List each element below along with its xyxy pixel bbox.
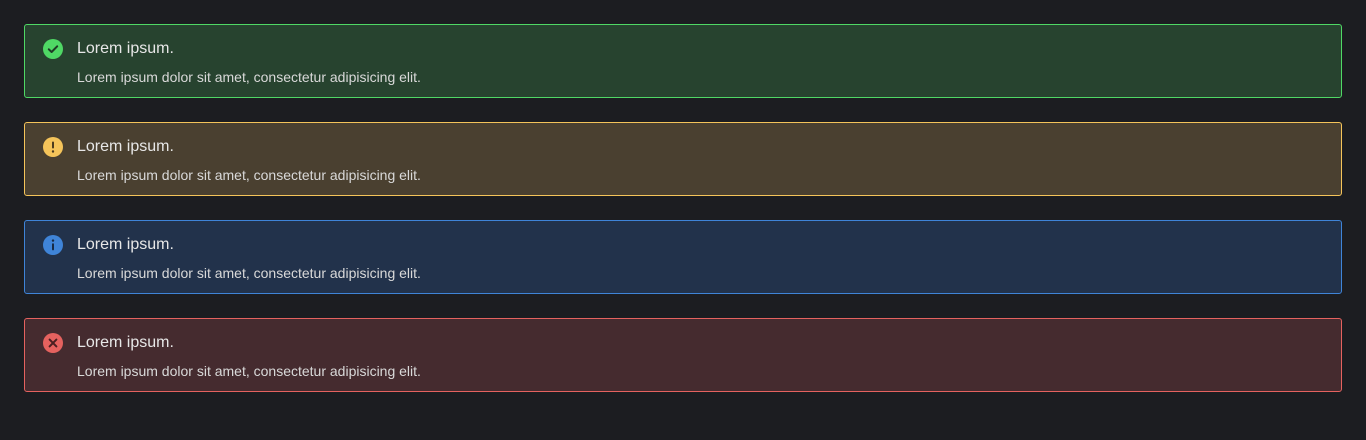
alert-title: Lorem ipsum. (77, 40, 174, 57)
alert-title: Lorem ipsum. (77, 334, 174, 351)
exclamation-circle-icon (43, 137, 63, 157)
alert-message: Lorem ipsum dolor sit amet, consectetur … (77, 69, 421, 85)
success-alert: Lorem ipsum. Lorem ipsum dolor sit amet,… (24, 24, 1342, 98)
alert-message: Lorem ipsum dolor sit amet, consectetur … (77, 265, 421, 281)
info-circle-icon (43, 235, 63, 255)
alert-title: Lorem ipsum. (77, 236, 174, 253)
alert-list: Lorem ipsum. Lorem ipsum dolor sit amet,… (24, 24, 1342, 416)
alert-message: Lorem ipsum dolor sit amet, consectetur … (77, 167, 421, 183)
error-alert: Lorem ipsum. Lorem ipsum dolor sit amet,… (24, 318, 1342, 392)
alert-title: Lorem ipsum. (77, 138, 174, 155)
alert-message: Lorem ipsum dolor sit amet, consectetur … (77, 363, 421, 379)
warning-alert: Lorem ipsum. Lorem ipsum dolor sit amet,… (24, 122, 1342, 196)
x-circle-icon (43, 333, 63, 353)
check-circle-icon (43, 39, 63, 59)
info-alert: Lorem ipsum. Lorem ipsum dolor sit amet,… (24, 220, 1342, 294)
